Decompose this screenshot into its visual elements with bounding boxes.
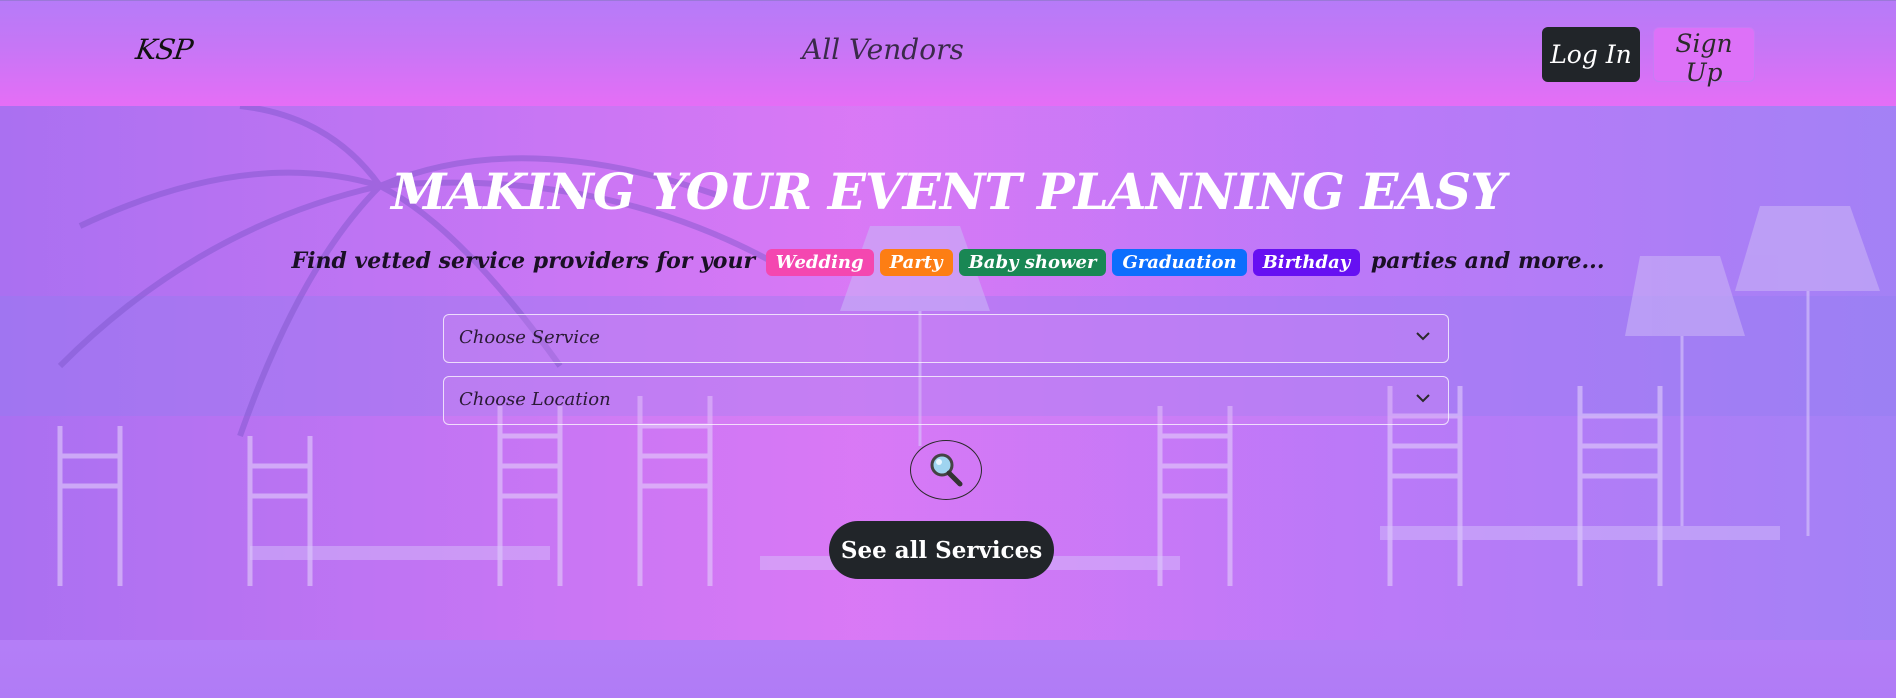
tagline-suffix: parties and more... — [1370, 248, 1605, 274]
tagline-prefix: Find vetted service providers for your — [291, 248, 756, 274]
chevron-down-icon — [1416, 332, 1430, 341]
tag-graduation: Graduation — [1112, 248, 1247, 276]
location-select[interactable]: Choose Location — [443, 376, 1449, 425]
navbar: KSP All Vendors Log In Sign Up — [0, 0, 1896, 106]
login-button[interactable]: Log In — [1542, 27, 1640, 82]
tag-party: Party — [879, 248, 953, 276]
brand-logo[interactable]: KSP — [134, 33, 195, 66]
service-select[interactable]: Choose Service — [443, 314, 1449, 363]
hero-headline: MAKING YOUR EVENT PLANNING EASY — [391, 162, 1506, 221]
search-button[interactable] — [910, 440, 982, 500]
tag-birthday: Birthday — [1252, 248, 1361, 276]
location-select-value: Choose Location — [459, 389, 611, 410]
tag-wedding: Wedding — [765, 248, 874, 276]
hero-content: MAKING YOUR EVENT PLANNING EASY Find vet… — [0, 106, 1896, 640]
magnifying-glass-icon — [930, 453, 963, 487]
signup-button[interactable]: Sign Up — [1653, 27, 1755, 87]
tag-baby-shower: Baby shower — [958, 248, 1107, 276]
footer-band — [0, 640, 1896, 698]
see-all-services-button[interactable]: See all Services — [829, 521, 1054, 579]
nav-link-all-vendors[interactable]: All Vendors — [802, 33, 964, 66]
service-select-value: Choose Service — [459, 327, 600, 348]
hero-section: MAKING YOUR EVENT PLANNING EASY Find vet… — [0, 106, 1896, 640]
hero-tagline: Find vetted service providers for your W… — [0, 248, 1896, 276]
chevron-down-icon — [1416, 394, 1430, 403]
